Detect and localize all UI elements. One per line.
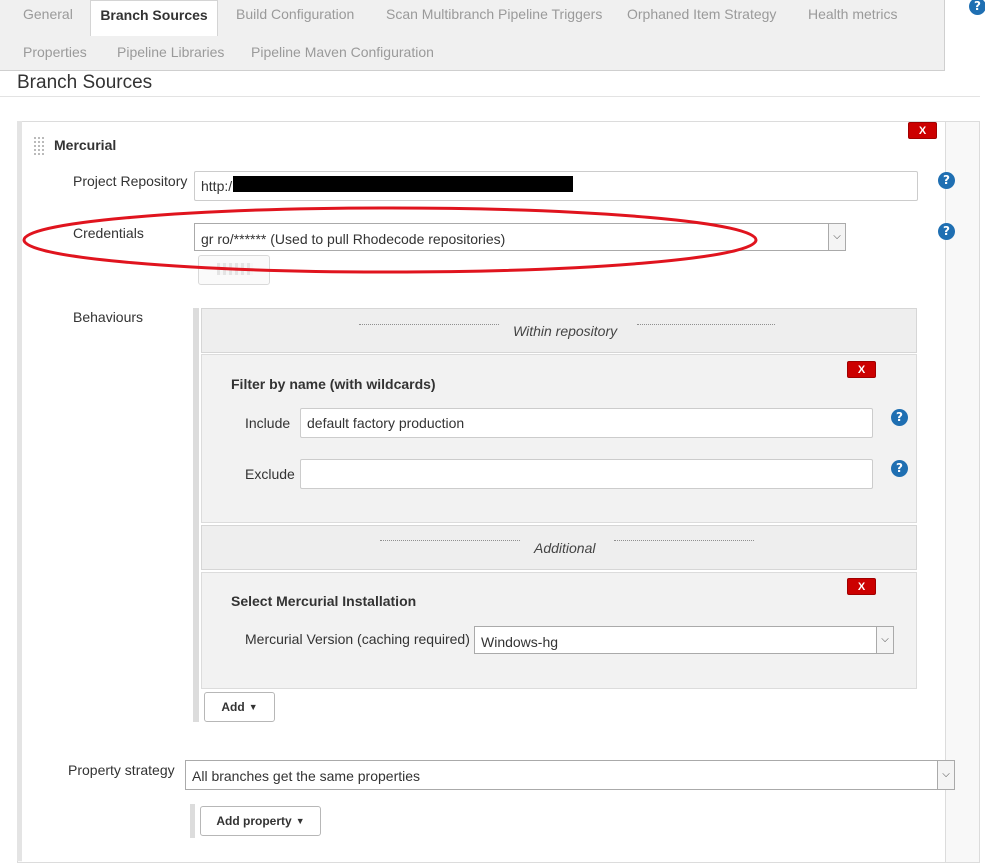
group-heading-within-repository: Within repository bbox=[201, 308, 917, 353]
include-input[interactable]: default factory production bbox=[300, 408, 873, 438]
redaction-bar bbox=[233, 176, 573, 192]
mercurial-version-label: Mercurial Version (caching required) bbox=[245, 631, 470, 647]
chevron-down-icon: ⌵ bbox=[876, 627, 893, 653]
tab-pipeline-libraries[interactable]: Pipeline Libraries bbox=[117, 44, 224, 60]
chevron-down-icon: ⌵ bbox=[937, 761, 954, 789]
tab-health-metrics[interactable]: Health metrics bbox=[808, 6, 897, 22]
add-behaviour-label: Add bbox=[221, 700, 245, 714]
delete-source-button[interactable]: X bbox=[908, 122, 937, 139]
behaviour-filter-by-name: Filter by name (with wildcards) X Includ… bbox=[201, 354, 917, 523]
project-repository-label: Project Repository bbox=[73, 173, 188, 189]
group-heading-label: Additional bbox=[534, 540, 596, 556]
exclude-label: Exclude bbox=[245, 466, 295, 482]
property-strategy-select[interactable]: All branches get the same properties ⌵ bbox=[185, 760, 955, 790]
behaviour-select-mercurial-installation: Select Mercurial Installation X Mercuria… bbox=[201, 572, 917, 689]
add-behaviour-button[interactable]: Add ▼ bbox=[204, 692, 275, 722]
behaviour-title: Filter by name (with wildcards) bbox=[231, 376, 436, 392]
dotted-rule bbox=[637, 324, 775, 325]
mercurial-version-value: Windows-hg bbox=[481, 634, 559, 650]
delete-behaviour-button[interactable]: X bbox=[847, 361, 876, 378]
tab-scan-multibranch-pipeline-triggers[interactable]: Scan Multibranch Pipeline Triggers bbox=[386, 6, 602, 22]
tab-properties[interactable]: Properties bbox=[23, 44, 87, 60]
mercurial-version-select[interactable]: Windows-hg ⌵ bbox=[474, 626, 894, 654]
section-divider bbox=[0, 96, 980, 97]
source-title: Mercurial bbox=[54, 137, 117, 153]
tab-bar: General Branch Sources Build Configurati… bbox=[0, 0, 945, 71]
project-repository-help-icon[interactable]: ? bbox=[938, 172, 955, 189]
add-property-button[interactable]: Add property ▼ bbox=[200, 806, 321, 836]
include-value: default factory production bbox=[307, 415, 465, 431]
delete-behaviour-button[interactable]: X bbox=[847, 578, 876, 595]
annotation-ellipse bbox=[22, 206, 758, 274]
dotted-rule bbox=[614, 540, 754, 541]
section-title: Branch Sources bbox=[17, 72, 153, 93]
caret-down-icon: ▼ bbox=[248, 702, 258, 712]
exclude-input[interactable] bbox=[300, 459, 873, 489]
tab-build-configuration[interactable]: Build Configuration bbox=[236, 6, 354, 22]
group-heading-label: Within repository bbox=[513, 323, 618, 339]
project-repository-value: http:/ bbox=[201, 178, 233, 194]
tab-general[interactable]: General bbox=[23, 6, 73, 22]
include-label: Include bbox=[245, 415, 291, 431]
caret-down-icon: ▼ bbox=[295, 816, 305, 826]
property-strategy-value: All branches get the same properties bbox=[192, 768, 421, 784]
properties-bar bbox=[190, 804, 195, 838]
group-heading-additional: Additional bbox=[201, 525, 917, 570]
tab-branch-sources[interactable]: Branch Sources bbox=[90, 0, 218, 36]
dotted-rule bbox=[380, 540, 520, 541]
include-help-icon[interactable]: ? bbox=[891, 409, 908, 426]
exclude-help-icon[interactable]: ? bbox=[891, 460, 908, 477]
behaviours-bar bbox=[193, 308, 199, 722]
property-strategy-label: Property strategy bbox=[68, 762, 175, 778]
behaviours-label: Behaviours bbox=[73, 309, 144, 325]
credentials-help-icon[interactable]: ? bbox=[938, 223, 955, 240]
chevron-down-icon: ⌵ bbox=[828, 224, 845, 250]
dotted-rule bbox=[359, 324, 499, 325]
drag-handle-icon[interactable] bbox=[33, 136, 45, 156]
tab-orphaned-item-strategy[interactable]: Orphaned Item Strategy bbox=[627, 6, 776, 22]
tab-pipeline-maven-configuration[interactable]: Pipeline Maven Configuration bbox=[251, 44, 434, 60]
add-property-label: Add property bbox=[216, 814, 292, 828]
behaviour-title: Select Mercurial Installation bbox=[231, 593, 417, 609]
help-icon[interactable]: ? bbox=[969, 0, 985, 15]
